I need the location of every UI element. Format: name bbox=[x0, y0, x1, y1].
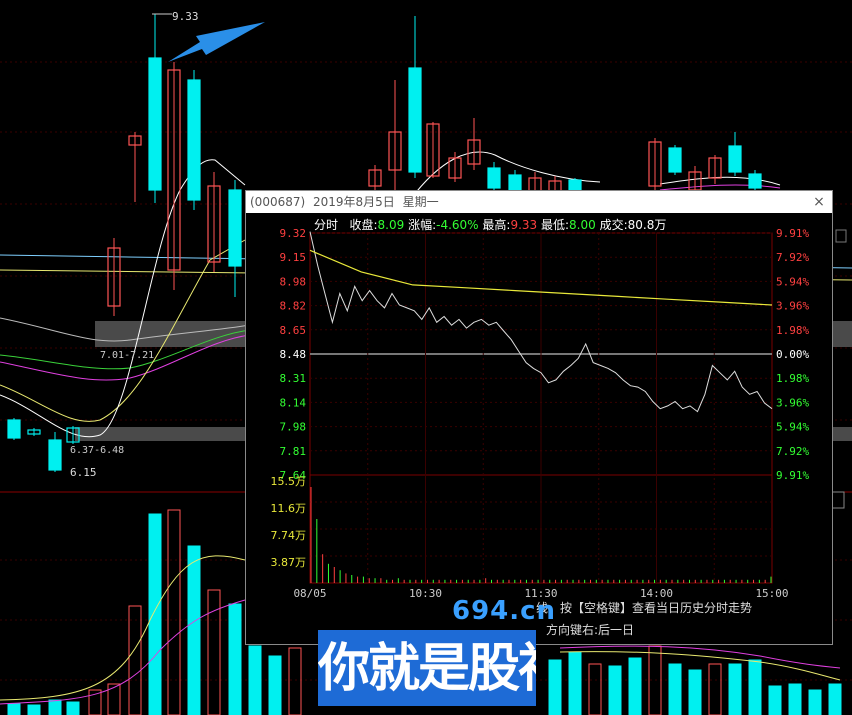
volume-bar bbox=[107, 683, 121, 715]
volume-bar bbox=[748, 659, 762, 715]
candle-body bbox=[487, 167, 501, 189]
candle-body bbox=[728, 145, 742, 173]
price-tick: 9.32 bbox=[280, 227, 307, 240]
candle-body bbox=[228, 189, 242, 267]
volume-bar bbox=[248, 645, 262, 715]
price-tick: 8.48 bbox=[280, 348, 307, 361]
volume-bar bbox=[228, 603, 242, 715]
candle-body bbox=[48, 439, 62, 471]
intraday-grid bbox=[309, 232, 773, 584]
price-axis: 9.32 9.15 8.98 8.82 8.65 8.48 8.31 8.14 7.98 7.81… bbox=[280, 227, 307, 482]
percent-tick: 7.92% bbox=[776, 251, 809, 264]
price-tick: 7.98 bbox=[280, 421, 307, 434]
volume-bar bbox=[808, 689, 822, 715]
percent-tick: 1.98% bbox=[776, 372, 809, 385]
candle-body bbox=[508, 174, 522, 191]
volume-bar bbox=[568, 651, 582, 715]
price-tick: 8.31 bbox=[280, 372, 307, 385]
volume-bar bbox=[48, 699, 62, 715]
price-tick: 8.98 bbox=[280, 275, 307, 288]
volume-bar bbox=[187, 545, 201, 715]
time-tick: 10:30 bbox=[409, 587, 442, 600]
volume-bar bbox=[828, 683, 842, 715]
percent-tick: 5.94% bbox=[776, 275, 809, 288]
range-label-upper: 7.01-7.21 bbox=[100, 350, 154, 361]
volume-bar bbox=[128, 605, 142, 715]
volume-bar bbox=[768, 685, 782, 715]
time-tick: 08/05 bbox=[293, 587, 326, 600]
candle-body bbox=[408, 67, 422, 173]
candle-body bbox=[668, 147, 682, 173]
volume-ma-line bbox=[559, 645, 841, 669]
volume-tick: 11.6万 bbox=[271, 502, 307, 515]
percent-tick: 5.94% bbox=[776, 421, 809, 434]
volume-bar bbox=[688, 669, 702, 715]
percent-tick: 9.91% bbox=[776, 227, 809, 240]
volume-bar bbox=[66, 701, 80, 715]
volume-bar bbox=[708, 663, 722, 715]
volume-bar bbox=[148, 513, 162, 715]
candle-body bbox=[748, 173, 762, 189]
percent-tick: 9.91% bbox=[776, 469, 809, 482]
arrow-annotation-icon bbox=[168, 22, 265, 62]
high-price-label: 9.33 bbox=[172, 10, 199, 23]
price-tick: 8.14 bbox=[280, 396, 307, 409]
time-tick: 15:00 bbox=[755, 587, 788, 600]
volume-bar bbox=[7, 703, 21, 715]
candle-body bbox=[187, 79, 201, 201]
range-label-lower: 6.37-6.48 bbox=[70, 445, 124, 456]
candle-body bbox=[7, 419, 21, 439]
volume-bar bbox=[167, 509, 181, 715]
percent-axis: 9.91% 7.92% 5.94% 3.96% 1.98% 0.00% 1.98% 3.96%… bbox=[776, 227, 809, 482]
volume-bar bbox=[608, 665, 622, 715]
percent-tick: 3.96% bbox=[776, 300, 809, 313]
volume-bar bbox=[27, 704, 41, 715]
percent-tick: 0.00% bbox=[776, 348, 809, 361]
price-tick: 8.82 bbox=[280, 300, 307, 313]
volume-bar bbox=[728, 663, 742, 715]
volume-bar bbox=[788, 683, 802, 715]
intraday-chart[interactable]: 9.32 9.15 8.98 8.82 8.65 8.48 8.31 8.14 7.98 7.81… bbox=[246, 191, 832, 644]
side-tab-icon[interactable] bbox=[835, 229, 847, 243]
intraday-popup[interactable]: (000687) 2019年8月5日 星期一 × 分时 收盘:8.09 涨幅:-… bbox=[245, 190, 833, 645]
volume-bar bbox=[588, 663, 602, 715]
volume-bar bbox=[628, 657, 642, 715]
price-tick: 9.15 bbox=[280, 251, 307, 264]
candle-body bbox=[148, 57, 162, 191]
volume-tick: 7.74万 bbox=[271, 529, 307, 542]
watermark-site: 694.cn bbox=[452, 596, 557, 626]
volume-bar bbox=[268, 655, 282, 715]
watermark-slogan: 你就是股神 bbox=[318, 639, 536, 699]
low-price-label: 6.15 bbox=[70, 466, 97, 479]
volume-bar bbox=[288, 647, 302, 715]
price-tick: 8.65 bbox=[280, 324, 307, 337]
percent-tick: 7.92% bbox=[776, 445, 809, 458]
price-tick: 7.81 bbox=[280, 445, 307, 458]
volume-tick: 15.5万 bbox=[271, 475, 307, 488]
hint-text: 线，按【空格键】查看当日历史分时走势 bbox=[536, 601, 753, 615]
percent-tick: 3.96% bbox=[776, 396, 809, 409]
percent-tick: 1.98% bbox=[776, 324, 809, 337]
volume-bar bbox=[548, 659, 562, 715]
volume-axis: 15.5万 11.6万 7.74万 3.87万 bbox=[271, 475, 307, 569]
volume-bar bbox=[668, 663, 682, 715]
hint-text-2: 方向键右:后一日 bbox=[546, 623, 635, 637]
volume-tick: 3.87万 bbox=[271, 556, 307, 569]
